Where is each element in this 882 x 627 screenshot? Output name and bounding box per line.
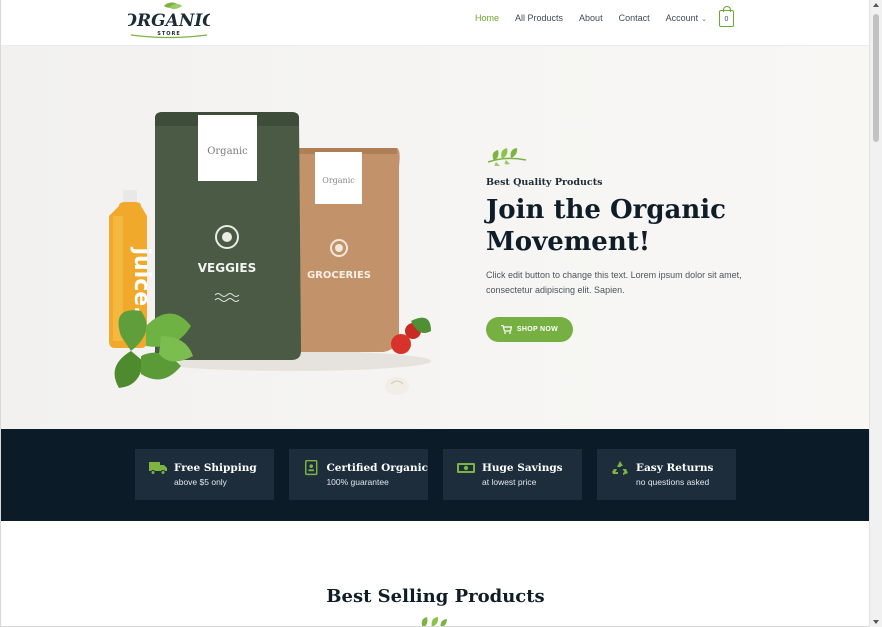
hero-eyebrow: Best Quality Products <box>486 177 603 188</box>
feature-subtitle: above $5 only <box>174 477 227 487</box>
money-icon <box>457 462 475 473</box>
features-band: Free Shipping above $5 only Certified Or… <box>1 429 869 521</box>
nav-account[interactable]: Account ⌄ <box>666 13 707 23</box>
nav-account-label: Account <box>665 13 699 23</box>
feature-easy-returns: Easy Returns no questions asked <box>597 449 736 500</box>
svg-text:STORE: STORE <box>157 31 181 37</box>
nav-home[interactable]: Home <box>475 13 499 23</box>
nav-about[interactable]: About <box>579 13 603 23</box>
bag1-brand-text: Organic <box>207 146 248 157</box>
cart-button[interactable]: 0 <box>719 6 734 27</box>
feature-certified-organic: Certified Organic 100% guarantee <box>289 449 428 500</box>
site-header: ORGANIC STORE Home All Products About Co… <box>1 0 869 46</box>
scrollbar-thumb[interactable] <box>873 14 879 142</box>
bag2-brand-text: Organic <box>322 176 355 185</box>
hero-title: Join the Organic Movement! <box>486 195 726 257</box>
feature-free-shipping: Free Shipping above $5 only <box>135 449 274 500</box>
hero-description: Click edit button to change this text. L… <box>486 270 742 295</box>
page: ORGANIC STORE Home All Products About Co… <box>0 0 869 627</box>
main-nav: Home All Products About Contact Account ⌄ <box>475 13 723 23</box>
bag1-label-text: VEGGIES <box>198 261 257 275</box>
shop-now-label: SHOP NOW <box>516 326 559 333</box>
nav-all-products[interactable]: All Products <box>515 13 563 23</box>
feature-title: Easy Returns <box>636 462 714 474</box>
vertical-scrollbar[interactable] <box>869 0 882 627</box>
hero-section: Organic GROCERIES Organic VEGGIES juice. <box>1 46 869 429</box>
truck-icon <box>149 461 167 475</box>
hero-product-image: Organic GROCERIES Organic VEGGIES juice. <box>109 112 431 395</box>
feature-subtitle: no questions asked <box>636 477 710 487</box>
scroll-up-arrow-icon[interactable] <box>873 3 879 7</box>
bag2-label-text: GROCERIES <box>307 270 371 281</box>
site-logo[interactable]: ORGANIC STORE <box>122 2 216 40</box>
nav-contact[interactable]: Contact <box>619 13 650 23</box>
feature-huge-savings: Huge Savings at lowest price <box>443 449 582 500</box>
feature-subtitle: 100% guarantee <box>326 477 389 487</box>
best-selling-title: Best Selling Products <box>326 586 545 607</box>
cart-icon <box>500 325 512 334</box>
shop-now-button[interactable]: SHOP NOW <box>486 317 573 342</box>
svg-text:ORGANIC: ORGANIC <box>128 11 210 31</box>
certificate-icon <box>305 459 318 475</box>
feature-subtitle: at lowest price <box>482 477 537 487</box>
cart-count: 0 <box>724 16 729 23</box>
feature-title: Huge Savings <box>482 462 563 474</box>
chevron-down-icon: ⌄ <box>701 16 708 23</box>
feature-title: Certified Organic <box>326 462 428 474</box>
leaf-decoration-icon <box>487 148 527 166</box>
leaf-decoration-icon <box>421 617 447 626</box>
recycle-icon <box>612 460 628 475</box>
bottle-label-text: juice. <box>129 246 154 314</box>
scroll-down-arrow-icon[interactable] <box>873 620 879 624</box>
feature-title: Free Shipping <box>174 462 257 474</box>
